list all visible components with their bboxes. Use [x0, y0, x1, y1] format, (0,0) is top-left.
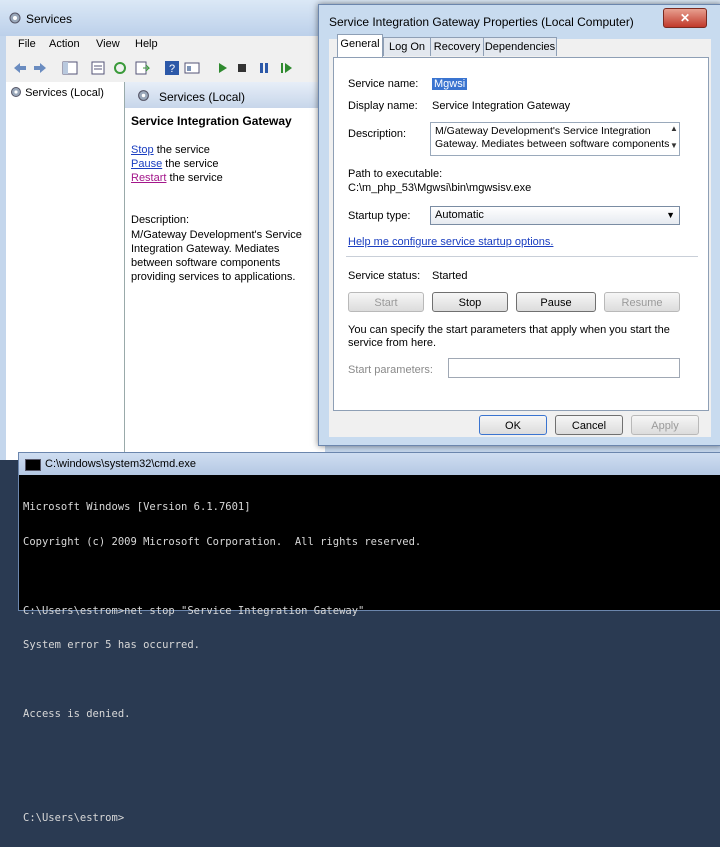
menu-help[interactable]: Help	[135, 38, 158, 50]
properties-icon[interactable]	[90, 60, 106, 76]
resume-button[interactable]: Resume	[604, 292, 680, 312]
start-params-input[interactable]	[448, 358, 680, 378]
path-label: Path to executable:	[348, 168, 443, 180]
general-tab-panel: Service name: Mgwsi Display name: Servic…	[333, 57, 709, 411]
console-prompt: C:\Users\estrom>	[23, 811, 125, 824]
restart-service-icon[interactable]	[278, 60, 294, 76]
start-service-icon[interactable]	[214, 60, 230, 76]
description-line: providing services to applications.	[131, 271, 296, 283]
startup-type-value: Automatic	[435, 209, 484, 221]
details-pane: Services (Local) Service Integration Gat…	[125, 82, 325, 460]
description-text: M/Gateway Development's Service Integrat…	[131, 228, 316, 284]
gear-icon	[9, 12, 21, 24]
tab-log-on[interactable]: Log On	[383, 37, 431, 56]
apply-button[interactable]: Apply	[631, 415, 699, 435]
action-pause-text: the service	[162, 158, 219, 170]
tab-dependencies[interactable]: Dependencies	[483, 37, 557, 56]
stop-link[interactable]: Stop	[131, 144, 154, 156]
action-restart-text: the service	[166, 172, 223, 184]
action-stop: Stop the service	[131, 144, 210, 156]
export-list-icon[interactable]	[134, 60, 150, 76]
service-status-value: Started	[432, 270, 468, 282]
display-name-label: Display name:	[348, 100, 418, 112]
cmd-titlebar[interactable]: C:\windows\system32\cmd.exe	[19, 453, 720, 475]
description-line: between software components	[131, 257, 281, 269]
cmd-window: C:\windows\system32\cmd.exe Microsoft Wi…	[18, 452, 720, 823]
scroll-up-icon[interactable]: ▲	[668, 124, 680, 133]
restart-link[interactable]: Restart	[131, 172, 166, 184]
path-value: C:\m_php_53\Mgwsi\bin\mgwsisv.exe	[348, 182, 532, 194]
divider	[346, 256, 698, 257]
startup-type-select[interactable]: Automatic ▼	[430, 206, 680, 225]
stop-button[interactable]: Stop	[432, 292, 508, 312]
description-field[interactable]: M/Gateway Development's Service Integrat…	[430, 122, 680, 156]
menu-file[interactable]: File	[18, 38, 36, 50]
back-arrow-icon[interactable]	[12, 60, 28, 76]
console-view-icon[interactable]	[184, 60, 200, 76]
description-label: Description:	[131, 214, 190, 226]
pause-service-icon[interactable]	[256, 60, 272, 76]
start-params-label: Start parameters:	[348, 364, 433, 376]
console-icon	[25, 459, 41, 471]
console-line: System error 5 has occurred.	[23, 639, 201, 651]
action-stop-text: the service	[153, 144, 210, 156]
action-pause: Pause the service	[131, 158, 218, 170]
window-title: Services	[26, 12, 73, 26]
details-header: Services (Local)	[125, 82, 325, 108]
forward-arrow-icon[interactable]	[32, 60, 48, 76]
help-icon[interactable]: ?	[164, 60, 180, 76]
svg-text:?: ?	[169, 63, 175, 75]
start-params-hint: You can specify the start parameters tha…	[348, 324, 670, 349]
console-line: Access is denied.	[23, 708, 131, 720]
gear-icon	[138, 90, 149, 101]
scroll-down-icon[interactable]: ▼	[668, 141, 680, 150]
startup-type-label: Startup type:	[348, 210, 411, 222]
description-label: Description:	[348, 128, 407, 140]
console-line: C:\Users\estrom>net stop "Service Integr…	[23, 604, 365, 617]
stop-service-icon[interactable]	[234, 60, 250, 76]
dialog-title: Service Integration Gateway Properties (…	[329, 15, 634, 29]
cancel-button[interactable]: Cancel	[555, 415, 623, 435]
start-button[interactable]: Start	[348, 292, 424, 312]
menu-view[interactable]: View	[96, 38, 120, 50]
details-header-title: Services (Local)	[159, 90, 246, 104]
ok-button[interactable]: OK	[479, 415, 547, 435]
selected-service-name: Service Integration Gateway	[131, 114, 292, 128]
console-line: Copyright (c) 2009 Microsoft Corporation…	[23, 535, 422, 548]
service-status-label: Service status:	[348, 270, 421, 282]
console-line: Microsoft Windows [Version 6.1.7601]	[23, 501, 251, 513]
gear-icon	[11, 87, 21, 97]
tab-recovery[interactable]: Recovery	[430, 37, 484, 56]
tab-general[interactable]: General	[337, 34, 383, 57]
menu-action[interactable]: Action	[49, 38, 80, 50]
help-configure-link[interactable]: Help me configure service startup option…	[348, 236, 553, 248]
close-icon: ✕	[679, 11, 691, 25]
description-line: Integration Gateway. Mediates	[131, 243, 280, 255]
show-hide-tree-icon[interactable]	[62, 60, 78, 76]
tree-pane: Services (Local)	[6, 82, 125, 460]
tree-item-label: Services (Local)	[25, 87, 104, 99]
description-value: M/Gateway Development's Service Integrat…	[435, 125, 670, 150]
chevron-down-icon: ▼	[666, 210, 675, 220]
dialog-body: General Log On Recovery Dependencies Ser…	[329, 34, 711, 437]
action-restart: Restart the service	[131, 172, 223, 184]
service-name-value[interactable]: Mgwsi	[432, 78, 468, 90]
description-line: M/Gateway Development's Service	[131, 229, 302, 241]
close-button[interactable]: ✕	[663, 8, 707, 28]
cmd-title: C:\windows\system32\cmd.exe	[45, 458, 196, 470]
refresh-icon[interactable]	[112, 60, 128, 76]
service-name-selection: Mgwsi	[432, 78, 468, 90]
pause-button[interactable]: Pause	[516, 292, 596, 312]
tree-item-services-local[interactable]: Services (Local)	[10, 86, 104, 99]
properties-dialog: Service Integration Gateway Properties (…	[318, 4, 720, 446]
pause-link[interactable]: Pause	[131, 158, 162, 170]
service-name-label: Service name:	[348, 78, 419, 90]
console-output[interactable]: Microsoft Windows [Version 6.1.7601] Cop…	[23, 479, 717, 823]
display-name-value[interactable]: Service Integration Gateway	[432, 100, 570, 112]
description-scrollbar[interactable]: ▲ ▼	[668, 124, 680, 156]
